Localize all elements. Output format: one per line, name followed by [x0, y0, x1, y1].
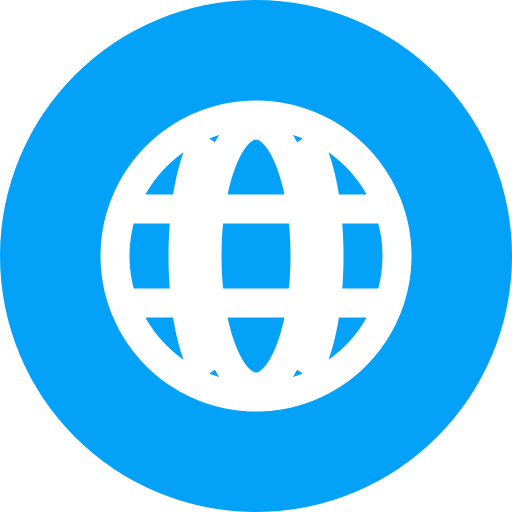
- globe-icon-svg: [0, 0, 512, 512]
- globe-app-icon: [0, 0, 512, 512]
- icon-background-circle: [0, 0, 512, 512]
